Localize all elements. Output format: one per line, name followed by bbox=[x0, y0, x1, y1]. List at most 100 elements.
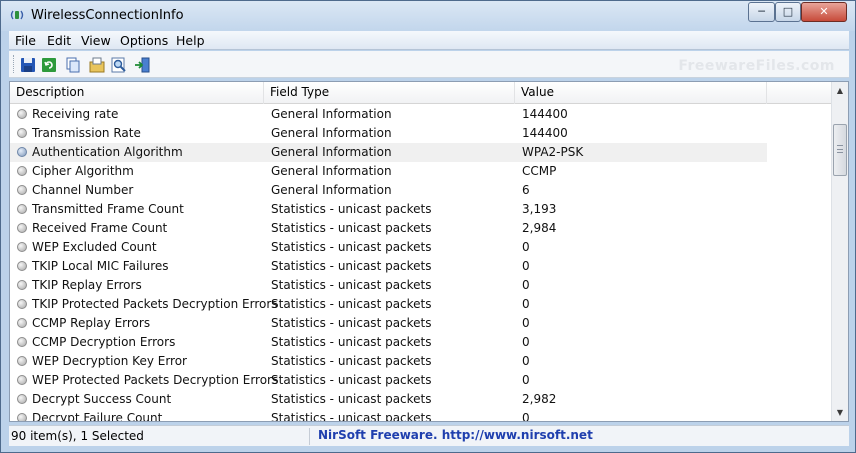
row-field-type: Statistics - unicast packets bbox=[271, 202, 432, 216]
title-bar[interactable]: WirelessConnectionInfo ─ □ ✕ bbox=[1, 1, 855, 31]
scroll-grip-icon bbox=[837, 145, 843, 153]
refresh-icon[interactable] bbox=[40, 56, 58, 74]
row-description: Decrypt Success Count bbox=[32, 392, 172, 406]
scroll-thumb[interactable] bbox=[833, 124, 847, 176]
table-row-selected[interactable]: Authentication Algorithm General Informa… bbox=[10, 143, 832, 162]
item-bullet-icon bbox=[17, 223, 27, 233]
item-bullet-icon bbox=[17, 356, 27, 366]
status-divider bbox=[309, 428, 310, 445]
watermark: FreewareFiles.com bbox=[678, 58, 835, 74]
menu-help[interactable]: Help bbox=[176, 33, 205, 48]
data-list-view[interactable]: Description Field Type Value Receiving r… bbox=[9, 81, 849, 422]
status-bar: 90 item(s), 1 Selected NirSoft Freeware.… bbox=[9, 425, 849, 446]
row-field-type: Statistics - unicast packets bbox=[271, 392, 432, 406]
item-bullet-icon bbox=[17, 166, 27, 176]
row-value: 144400 bbox=[522, 107, 568, 121]
menu-bar: File Edit View Options Help bbox=[9, 31, 849, 50]
item-bullet-icon bbox=[17, 375, 27, 385]
row-description: TKIP Protected Packets Decryption Errors bbox=[32, 297, 278, 311]
row-value: 2,984 bbox=[522, 221, 557, 235]
row-description: Transmitted Frame Count bbox=[32, 202, 184, 216]
scroll-down-arrow-icon[interactable]: ▼ bbox=[832, 404, 848, 421]
status-item-count: 90 item(s), 1 Selected bbox=[11, 429, 144, 443]
row-field-type: Statistics - unicast packets bbox=[271, 259, 432, 273]
minimize-button[interactable]: ─ bbox=[748, 2, 775, 22]
table-row[interactable]: WEP Decryption Key Error Statistics - un… bbox=[10, 352, 832, 371]
row-value: 3,193 bbox=[522, 202, 557, 216]
table-row[interactable]: Channel Number General Information 6 bbox=[10, 181, 832, 200]
row-value: 0 bbox=[522, 335, 530, 349]
table-row[interactable]: CCMP Replay Errors Statistics - unicast … bbox=[10, 314, 832, 333]
maximize-button[interactable]: □ bbox=[775, 2, 801, 22]
item-bullet-icon bbox=[17, 128, 27, 138]
find-icon[interactable] bbox=[110, 56, 128, 74]
row-field-type: Statistics - unicast packets bbox=[271, 354, 432, 368]
copy-icon[interactable] bbox=[64, 56, 82, 74]
row-field-type: Statistics - unicast packets bbox=[271, 221, 432, 235]
row-description: Cipher Algorithm bbox=[32, 164, 134, 178]
close-button[interactable]: ✕ bbox=[801, 2, 847, 22]
table-row[interactable]: Transmission Rate General Information 14… bbox=[10, 124, 832, 143]
row-value: CCMP bbox=[522, 164, 557, 178]
column-header-field-type[interactable]: Field Type bbox=[264, 82, 515, 104]
exit-icon[interactable] bbox=[134, 56, 152, 74]
table-row[interactable]: Cipher Algorithm General Information CCM… bbox=[10, 162, 832, 181]
row-value: 2,982 bbox=[522, 392, 557, 406]
row-description: TKIP Local MIC Failures bbox=[32, 259, 169, 273]
row-value: 0 bbox=[522, 240, 530, 254]
table-row[interactable]: Received Frame Count Statistics - unicas… bbox=[10, 219, 832, 238]
item-bullet-icon bbox=[17, 204, 27, 214]
row-description: Received Frame Count bbox=[32, 221, 168, 235]
properties-icon[interactable] bbox=[88, 56, 106, 74]
row-description: WEP Excluded Count bbox=[32, 240, 157, 254]
row-field-type: General Information bbox=[271, 183, 392, 197]
row-description: Receiving rate bbox=[32, 107, 119, 121]
app-window: WirelessConnectionInfo ─ □ ✕ File Edit V… bbox=[0, 0, 856, 453]
row-field-type: General Information bbox=[271, 145, 392, 159]
table-row[interactable]: TKIP Replay Errors Statistics - unicast … bbox=[10, 276, 832, 295]
row-value: 0 bbox=[522, 316, 530, 330]
row-field-type: Statistics - unicast packets bbox=[271, 240, 432, 254]
row-value: 0 bbox=[522, 354, 530, 368]
row-field-type: General Information bbox=[271, 126, 392, 140]
item-bullet-icon bbox=[17, 413, 27, 421]
table-row[interactable]: CCMP Decryption Errors Statistics - unic… bbox=[10, 333, 832, 352]
item-bullet-icon bbox=[17, 242, 27, 252]
vertical-scrollbar[interactable]: ▲ ▼ bbox=[831, 82, 848, 421]
menu-file[interactable]: File bbox=[15, 33, 36, 48]
table-row[interactable]: WEP Excluded Count Statistics - unicast … bbox=[10, 238, 832, 257]
table-row[interactable]: TKIP Protected Packets Decryption Errors… bbox=[10, 295, 832, 314]
menu-view[interactable]: View bbox=[81, 33, 111, 48]
row-field-type: Statistics - unicast packets bbox=[271, 316, 432, 330]
menu-options[interactable]: Options bbox=[120, 33, 168, 48]
row-field-type: Statistics - unicast packets bbox=[271, 335, 432, 349]
scroll-up-arrow-icon[interactable]: ▲ bbox=[832, 82, 848, 99]
row-description: Decrypt Failure Count bbox=[32, 411, 163, 422]
row-description: WEP Protected Packets Decryption Errors bbox=[32, 373, 279, 387]
row-description: Channel Number bbox=[32, 183, 134, 197]
column-header-description[interactable]: Description bbox=[10, 82, 264, 104]
row-field-type: General Information bbox=[271, 107, 392, 121]
row-description: Authentication Algorithm bbox=[32, 145, 183, 159]
row-description: CCMP Decryption Errors bbox=[32, 335, 176, 349]
item-bullet-icon bbox=[17, 318, 27, 328]
item-bullet-icon bbox=[17, 261, 27, 271]
row-field-type: Statistics - unicast packets bbox=[271, 297, 432, 311]
row-value: 0 bbox=[522, 411, 530, 422]
save-icon[interactable] bbox=[19, 56, 37, 74]
table-row[interactable]: Receiving rate General Information 14440… bbox=[10, 105, 832, 124]
row-value: 0 bbox=[522, 278, 530, 292]
nirsoft-link[interactable]: NirSoft Freeware. http://www.nirsoft.net bbox=[318, 428, 593, 442]
table-row[interactable]: Transmitted Frame Count Statistics - uni… bbox=[10, 200, 832, 219]
item-bullet-icon bbox=[17, 280, 27, 290]
table-row[interactable]: WEP Protected Packets Decryption Errors … bbox=[10, 371, 832, 390]
table-row[interactable]: Decrypt Success Count Statistics - unica… bbox=[10, 390, 832, 409]
row-value: 6 bbox=[522, 183, 530, 197]
table-row[interactable]: TKIP Local MIC Failures Statistics - uni… bbox=[10, 257, 832, 276]
table-row[interactable]: Decrypt Failure Count Statistics - unica… bbox=[10, 409, 832, 422]
row-field-type: Statistics - unicast packets bbox=[271, 278, 432, 292]
menu-edit[interactable]: Edit bbox=[47, 33, 71, 48]
row-value: 0 bbox=[522, 373, 530, 387]
item-bullet-icon bbox=[17, 394, 27, 404]
column-header-value[interactable]: Value bbox=[515, 82, 767, 104]
